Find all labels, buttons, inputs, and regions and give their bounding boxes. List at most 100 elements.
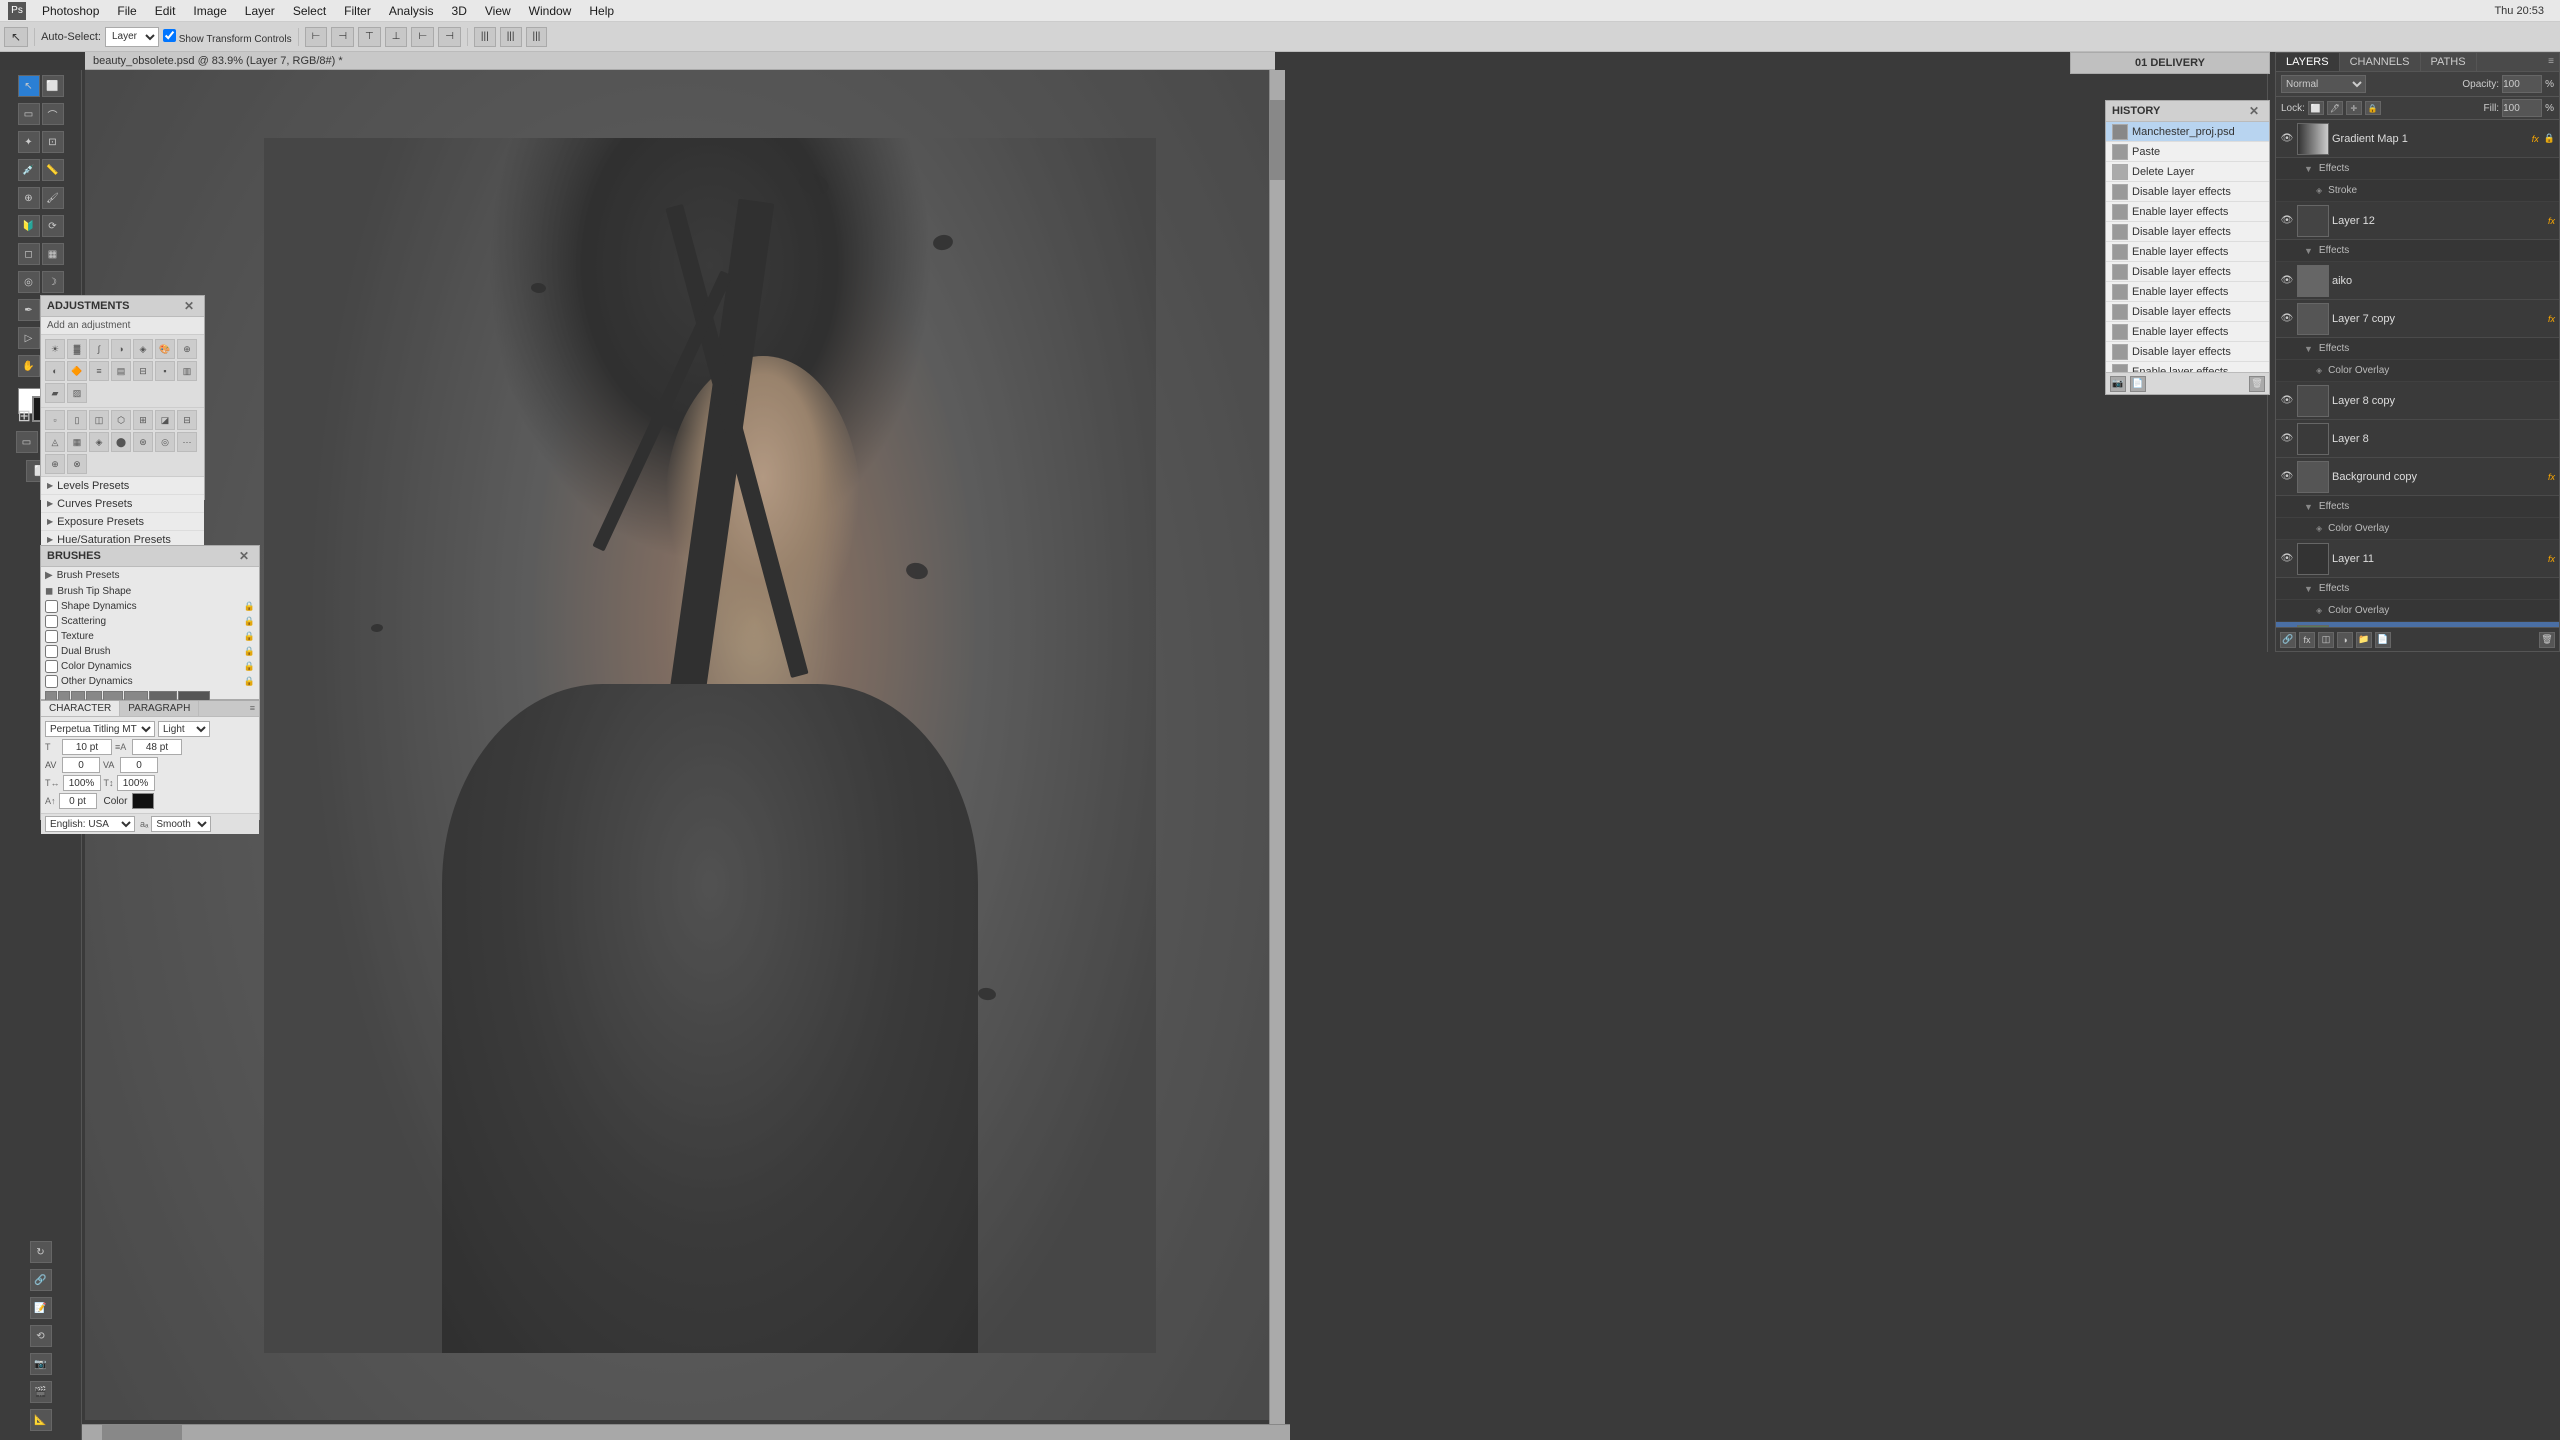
gradient-tool[interactable]: ▦ — [42, 243, 64, 265]
opacity-input[interactable] — [2502, 75, 2542, 93]
lock-image-btn[interactable]: 🖊 — [2327, 101, 2343, 115]
history-item-manchester[interactable]: Manchester_proj.psd — [2106, 122, 2269, 142]
history-item-enable-5[interactable]: Enable layer effects — [2106, 362, 2269, 372]
canvas-vscroll[interactable] — [1269, 70, 1285, 1424]
link-layers-btn[interactable]: 🔗 — [2280, 632, 2296, 648]
lock-transparent-btn[interactable]: ⬜ — [2308, 101, 2324, 115]
leading-input[interactable] — [132, 739, 182, 755]
layer-aiko-item[interactable]: 👁 aiko — [2276, 262, 2559, 300]
distribute-right-btn[interactable]: ||| — [526, 27, 548, 47]
clone-stamp-tool[interactable]: 🔰 — [18, 215, 40, 237]
photo-filter-icon[interactable]: 🔶 — [67, 361, 87, 381]
levels-presets-item[interactable]: ▶ Levels Presets — [41, 477, 204, 495]
menu-file[interactable]: File — [109, 2, 144, 20]
align-center-h-btn[interactable]: ⊣ — [331, 27, 354, 47]
layer-11-item[interactable]: 👁 Layer 11 fx — [2276, 540, 2559, 578]
add-layer-style-btn[interactable]: fx — [2299, 632, 2315, 648]
adj-icon-a[interactable]: ▫ — [45, 410, 65, 430]
layers-options-btn[interactable]: ≡ — [2543, 53, 2559, 71]
new-adjustment-layer-btn[interactable]: ◑ — [2337, 632, 2353, 648]
new-layer-btn[interactable]: 📄 — [2375, 632, 2391, 648]
color-balance-icon[interactable]: ⊕ — [177, 339, 197, 359]
delete-layer-btn[interactable]: 🗑 — [2539, 632, 2555, 648]
history-item-paste[interactable]: Paste — [2106, 142, 2269, 162]
vscroll-thumb[interactable] — [1270, 100, 1285, 180]
layer-7-copy-item[interactable]: 👁 Layer 7 copy fx — [2276, 300, 2559, 338]
adj-icon-e[interactable]: ⊞ — [133, 410, 153, 430]
delete-history-btn[interactable]: 🗑 — [2249, 376, 2265, 392]
show-transform-checkbox[interactable] — [163, 29, 176, 42]
layer-8-copy-item[interactable]: 👁 Layer 8 copy — [2276, 382, 2559, 420]
note-tool[interactable]: 📝 — [30, 1297, 52, 1319]
adj-icon-b[interactable]: ▯ — [67, 410, 87, 430]
dodge-tool[interactable]: ☽ — [42, 271, 64, 293]
menu-3d[interactable]: 3D — [444, 2, 475, 20]
menu-edit[interactable]: Edit — [147, 2, 184, 20]
brushes-close-btn[interactable]: ✕ — [235, 549, 253, 563]
canvas-area[interactable] — [85, 70, 1275, 1420]
layer-bg-copy-item[interactable]: 👁 Background copy fx — [2276, 458, 2559, 496]
anti-alias-select[interactable]: Smooth Sharp Crisp — [151, 816, 211, 832]
adj-icon-h[interactable]: ◬ — [45, 432, 65, 452]
brightness-contrast-icon[interactable]: ☀ — [45, 339, 65, 359]
baseline-input[interactable] — [59, 793, 97, 809]
measurement-tool[interactable]: 📐 — [30, 1409, 52, 1431]
layer-eye-11[interactable]: 👁 — [2280, 552, 2294, 566]
language-select[interactable]: English: USA — [45, 816, 135, 832]
camera-tool[interactable]: 📷 — [30, 1353, 52, 1375]
standard-mode-btn[interactable]: ▭ — [16, 431, 38, 453]
artboard-tool[interactable]: ⬜ — [42, 75, 64, 97]
adj-icon-n[interactable]: ⋯ — [177, 432, 197, 452]
curves-icon[interactable]: ∫ — [89, 339, 109, 359]
adj-icon-l[interactable]: ⊛ — [133, 432, 153, 452]
brush-tip-shape-item[interactable]: ◼ Brush Tip Shape — [41, 583, 259, 599]
align-top-btn[interactable]: ⊥ — [385, 27, 408, 47]
layer-eye-8-copy[interactable]: 👁 — [2280, 394, 2294, 408]
video-tool[interactable]: 🎬 — [30, 1381, 52, 1403]
lock-position-btn[interactable]: ✛ — [2346, 101, 2362, 115]
distribute-left-btn[interactable]: ||| — [474, 27, 496, 47]
history-item-disable-5[interactable]: Disable layer effects — [2106, 342, 2269, 362]
other-dynamics-checkbox[interactable] — [45, 675, 58, 688]
exposure-icon[interactable]: ◑ — [111, 339, 131, 359]
align-right-btn[interactable]: ⊤ — [358, 27, 381, 47]
align-bottom-btn[interactable]: ⊣ — [438, 27, 461, 47]
adj-icon-d[interactable]: ⬡ — [111, 410, 131, 430]
vibrance-icon[interactable]: ◈ — [133, 339, 153, 359]
layer-gradient-map-1[interactable]: 👁 Gradient Map 1 fx 🔒 — [2276, 120, 2559, 158]
hue-saturation-icon[interactable]: 🎨 — [155, 339, 175, 359]
blend-mode-select[interactable]: Normal Multiply Screen Overlay — [2281, 75, 2366, 93]
menu-view[interactable]: View — [477, 2, 519, 20]
dual-brush-checkbox[interactable] — [45, 645, 58, 658]
rectangular-marquee-tool[interactable]: ▭ — [18, 103, 40, 125]
history-item-disable-2[interactable]: Disable layer effects — [2106, 222, 2269, 242]
adj-icon-j[interactable]: ◈ — [89, 432, 109, 452]
color-lookup-icon[interactable]: ▤ — [111, 361, 131, 381]
move-tool[interactable]: ↖ — [18, 75, 40, 97]
adjustments-close-btn[interactable]: ✕ — [180, 299, 198, 313]
rotation-tool[interactable]: ↻ — [30, 1241, 52, 1263]
gradient-map-icon[interactable]: ▰ — [45, 383, 65, 403]
layer-eye-7-copy[interactable]: 👁 — [2280, 312, 2294, 326]
menu-image[interactable]: Image — [185, 2, 234, 20]
brush-tool[interactable]: 🖌 — [42, 187, 64, 209]
layer-eye-8[interactable]: 👁 — [2280, 432, 2294, 446]
history-brush-tool[interactable]: ⟳ — [42, 215, 64, 237]
texture-checkbox[interactable] — [45, 630, 58, 643]
new-snapshot-btn[interactable]: 📷 — [2110, 376, 2126, 392]
align-left-btn[interactable]: ⊢ — [305, 27, 328, 47]
crop-tool[interactable]: ⊡ — [42, 131, 64, 153]
exposure-presets-item[interactable]: ▶ Exposure Presets — [41, 513, 204, 531]
menu-window[interactable]: Window — [521, 2, 580, 20]
create-document-btn[interactable]: 📄 — [2130, 376, 2146, 392]
color-dynamics-checkbox[interactable] — [45, 660, 58, 673]
hscroll-thumb[interactable] — [102, 1425, 182, 1440]
move-tool-btn[interactable]: ↖ — [4, 27, 28, 47]
threshold-icon[interactable]: ▥ — [177, 361, 197, 381]
distribute-center-btn[interactable]: ||| — [500, 27, 522, 47]
adj-icon-c[interactable]: ◫ — [89, 410, 109, 430]
tab-paths[interactable]: PATHS — [2421, 53, 2477, 71]
menu-analysis[interactable]: Analysis — [381, 2, 442, 20]
lock-all-btn[interactable]: 🔒 — [2365, 101, 2381, 115]
hand-tool[interactable]: ✋ — [18, 355, 40, 377]
